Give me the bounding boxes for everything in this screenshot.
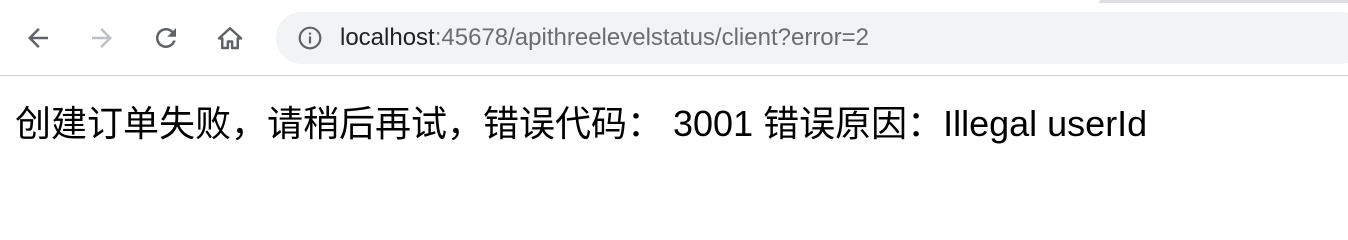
error-message: 创建订单失败，请稍后再试，错误代码： 3001 错误原因：Illegal use… [15, 103, 1148, 144]
info-icon[interactable] [296, 24, 324, 52]
url-host: localhost [340, 24, 435, 51]
home-icon [215, 23, 245, 53]
url-text[interactable]: localhost:45678/apithreelevelstatus/clie… [340, 24, 869, 52]
reload-button[interactable] [146, 18, 186, 58]
url-path: :45678/apithreelevelstatus/client?error=… [434, 24, 870, 51]
arrow-right-icon [87, 23, 117, 53]
browser-toolbar: localhost:45678/apithreelevelstatus/clie… [0, 0, 1348, 76]
reload-icon [151, 23, 181, 53]
back-button[interactable] [18, 18, 58, 58]
arrow-left-icon [23, 23, 53, 53]
forward-button[interactable] [82, 18, 122, 58]
tab-strip-edge [0, 0, 1348, 3]
home-button[interactable] [210, 18, 250, 58]
address-bar[interactable]: localhost:45678/apithreelevelstatus/clie… [276, 12, 1348, 64]
